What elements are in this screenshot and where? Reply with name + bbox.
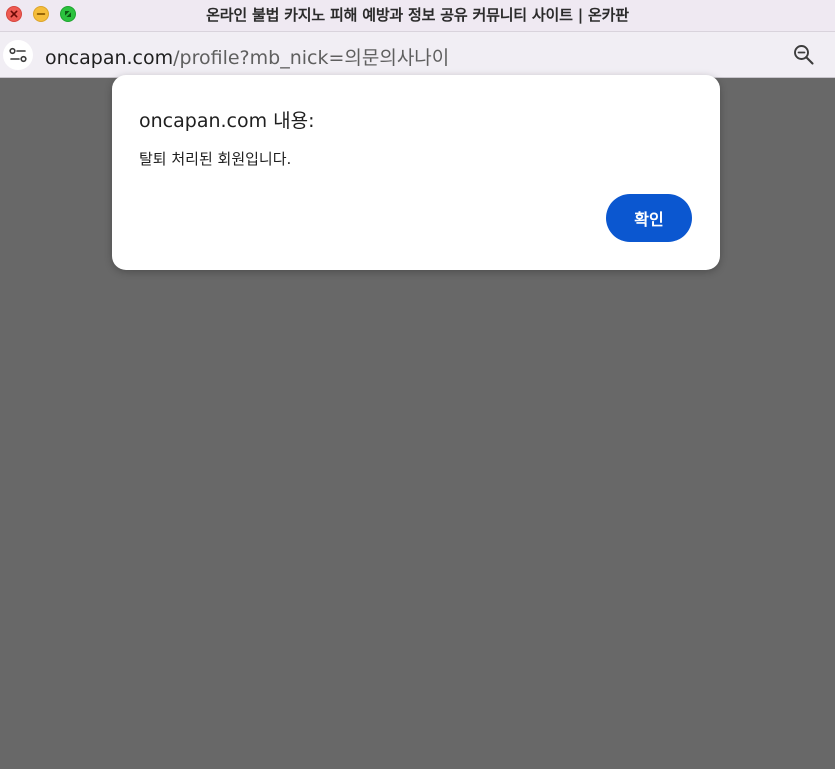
browser-window: 온라인 불법 카지노 피해 예방과 정보 공유 커뮤니티 사이트 | 온카판 o…	[0, 0, 835, 769]
title-bar: 온라인 불법 카지노 피해 예방과 정보 공유 커뮤니티 사이트 | 온카판	[0, 0, 835, 32]
address-bar[interactable]: oncapan.com/profile?mb_nick=의문의사나이	[0, 32, 835, 78]
dialog-title: oncapan.com 내용:	[139, 110, 315, 132]
zoom-button[interactable]	[793, 44, 815, 66]
alert-dialog: oncapan.com 내용: 탈퇴 처리된 회원입니다. 확인	[112, 75, 720, 270]
ok-button[interactable]: 확인	[606, 194, 692, 242]
zoom-out-icon	[794, 45, 814, 65]
tune-icon	[9, 47, 27, 63]
url-domain: oncapan.com	[45, 47, 174, 69]
site-info-button[interactable]	[3, 40, 33, 70]
url-field[interactable]: oncapan.com/profile?mb_nick=의문의사나이	[45, 43, 449, 70]
dialog-message: 탈퇴 처리된 회원입니다.	[139, 150, 292, 168]
url-path: /profile?mb_nick=의문의사나이	[173, 47, 450, 69]
window-title: 온라인 불법 카지노 피해 예방과 정보 공유 커뮤니티 사이트 | 온카판	[206, 6, 629, 24]
